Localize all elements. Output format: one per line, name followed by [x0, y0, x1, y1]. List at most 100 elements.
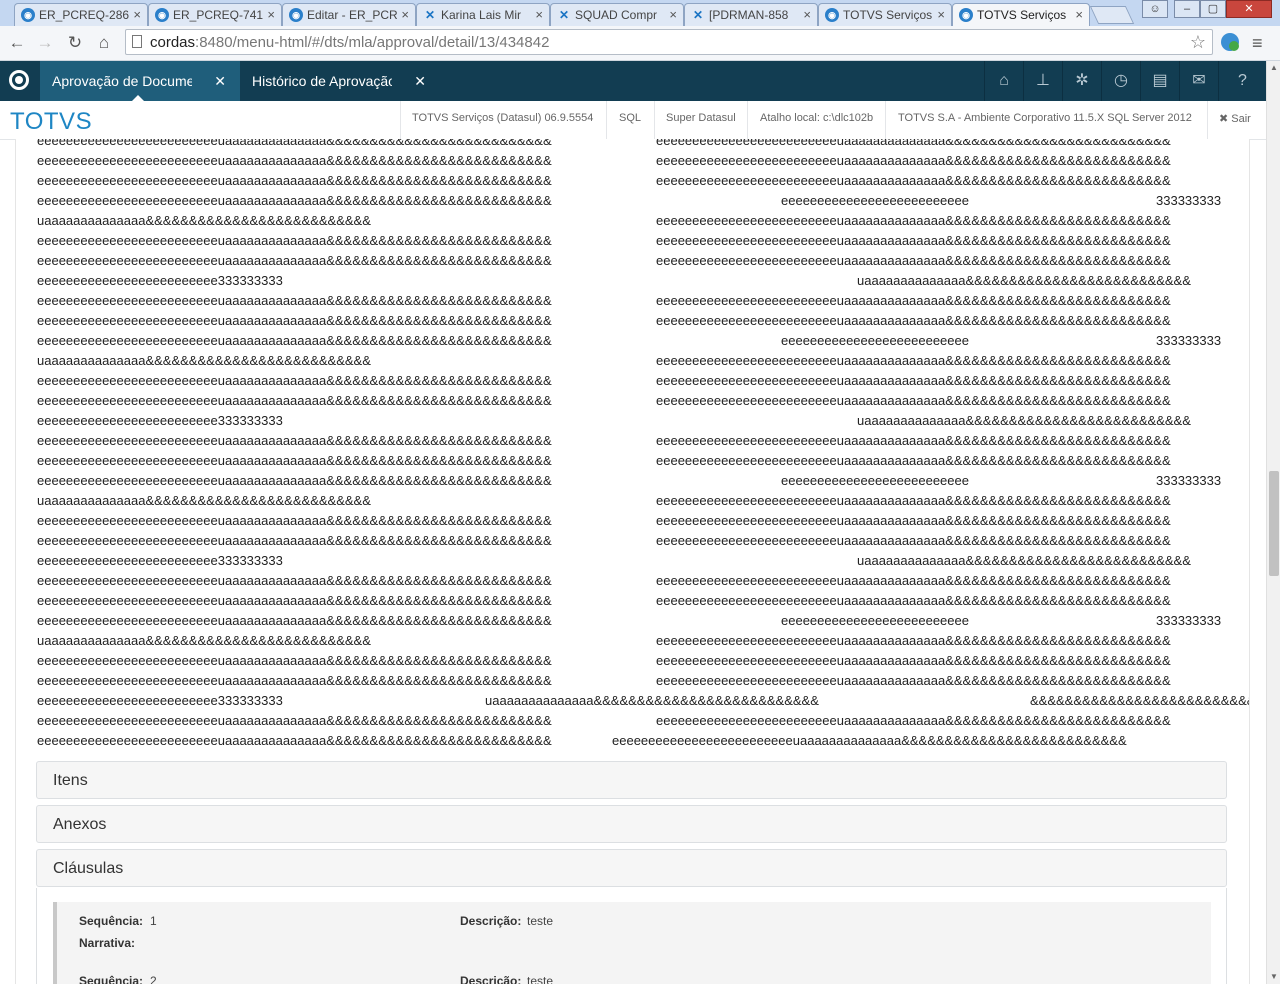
browser-tab-title: Karina Lais Mir — [441, 8, 522, 22]
close-icon[interactable]: × — [937, 7, 945, 22]
items-panel-header[interactable]: Itens — [36, 761, 1227, 799]
scroll-up-icon[interactable]: ▲ — [1267, 61, 1280, 75]
note-text-fragment: eeeeeeeeeeeeeeeeeeeeeeeeeuaaaaaaaaaaaaaa… — [37, 313, 552, 328]
back-icon[interactable]: ← — [6, 32, 28, 54]
note-text-fragment: eeeeeeeeeeeeeeeeeeeeeeeeeuaaaaaaaaaaaaaa… — [656, 713, 1171, 728]
clauses-panel-title: Cláusulas — [53, 860, 124, 877]
minimize-icon[interactable]: – — [1174, 0, 1200, 18]
close-icon[interactable]: ✕ — [414, 73, 426, 90]
items-panel-title: Itens — [53, 772, 88, 789]
home-icon[interactable]: ⌂ — [984, 61, 1023, 101]
note-text-fragment: eeeeeeeeeeeeeeeeeeeeeeeeeuaaaaaaaaaaaaaa… — [37, 373, 552, 388]
logout-button[interactable]: ✖ Sair — [1219, 112, 1251, 125]
browser-tab[interactable]: ✕ Karina Lais Mir × — [416, 3, 550, 26]
close-icon[interactable]: × — [1075, 7, 1083, 22]
browser-tab[interactable]: ✕ SQUAD Compr × — [550, 3, 684, 26]
close-icon[interactable]: × — [535, 7, 543, 22]
bookmark-star-icon[interactable]: ☆ — [1190, 32, 1206, 53]
close-icon[interactable]: × — [803, 7, 811, 22]
page-icon — [132, 35, 142, 48]
close-icon[interactable]: ✕ — [214, 73, 226, 90]
note-text-fragment: eeeeeeeeeeeeeeeeeeeeeeeeeuaaaaaaaaaaaaaa… — [37, 713, 552, 728]
note-text-fragment: eeeeeeeeeeeeeeeeeeeeeeeee333333333 — [37, 413, 283, 428]
circle-icon: ◉ — [21, 8, 35, 22]
company-info[interactable]: TOTVS Serviços (Datasul) 06.9.5554 — [412, 112, 593, 124]
note-text-fragment: eeeeeeeeeeeeeeeeeeeeeeeeeuaaaaaaaaaaaaaa… — [37, 513, 552, 528]
gear-icon[interactable]: ✲ — [1062, 61, 1101, 101]
note-text-fragment: uaaaaaaaaaaaaaa&&&&&&&&&&&&&&&&&&&&&&&&&… — [37, 493, 371, 508]
note-text-fragment: uaaaaaaaaaaaaaa&&&&&&&&&&&&&&&&&&&&&&&&&… — [857, 273, 1191, 288]
totvs-logo-icon[interactable] — [9, 70, 29, 90]
note-text-fragment: eeeeeeeeeeeeeeeeeeeeeeeeeuaaaaaaaaaaaaaa… — [37, 533, 552, 548]
window-close-icon[interactable]: ✕ — [1226, 0, 1272, 18]
forward-icon[interactable]: → — [34, 32, 56, 54]
sequence-value: 2 — [150, 974, 157, 984]
note-text-fragment: eeeeeeeeeeeeeeeeeeeeeeeeeuaaaaaaaaaaaaaa… — [656, 453, 1171, 468]
note-text-fragment: eeeeeeeeeeeeeeeeeeeeeeeeeuaaaaaaaaaaaaaa… — [656, 353, 1171, 368]
circle-icon: ◉ — [289, 8, 303, 22]
clauses-panel-header[interactable]: Cláusulas — [36, 849, 1227, 887]
jira-icon: ✕ — [424, 8, 436, 22]
note-text-fragment: eeeeeeeeeeeeeeeeeeeeeeeeeuaaaaaaaaaaaaaa… — [656, 313, 1171, 328]
browser-tab[interactable]: ◉ TOTVS Serviços × — [818, 3, 952, 26]
note-text-fragment: eeeeeeeeeeeeeeeeeeeeeeeeeuaaaaaaaaaaaaaa… — [656, 213, 1171, 228]
browser-tab-strip: ◉ ER_PCREQ-286 × ◉ ER_PCREQ-741 × ◉ Edit… — [0, 0, 1280, 26]
app-tab-label: Histórico de Aprovação — [252, 73, 392, 89]
user-info[interactable]: Super Datasul — [666, 112, 736, 124]
scroll-thumb[interactable] — [1269, 471, 1279, 576]
note-text-fragment: eeeeeeeeeeeeeeeeeeeeeeeeeuaaaaaaaaaaaaaa… — [37, 593, 552, 608]
browser-tab[interactable]: ◉ ER_PCREQ-741 × — [148, 3, 282, 26]
url-text: cordas:8480/menu-html/#/dts/mla/approval… — [150, 34, 549, 51]
browser-tab[interactable]: ◉ Editar - ER_PCR × — [282, 3, 416, 26]
maximize-icon[interactable]: ▢ — [1200, 0, 1226, 18]
clause-card: Sequência: 1 Descrição: teste Narrativa: — [53, 902, 1211, 962]
note-text-fragment: eeeeeeeeeeeeeeeeeeeeeeeeeuaaaaaaaaaaaaaa… — [37, 433, 552, 448]
close-icon[interactable]: × — [267, 7, 275, 22]
mail-icon[interactable]: ✉ — [1179, 61, 1218, 101]
close-icon[interactable]: × — [133, 7, 141, 22]
clock-icon[interactable]: ◷ — [1101, 61, 1140, 101]
note-text-fragment: uaaaaaaaaaaaaaa&&&&&&&&&&&&&&&&&&&&&&&&&… — [857, 553, 1191, 568]
address-bar[interactable]: cordas:8480/menu-html/#/dts/mla/approval… — [125, 29, 1213, 55]
narrative-label: Narrativa: — [79, 936, 136, 950]
home-icon[interactable]: ⌂ — [93, 32, 115, 54]
browser-tab[interactable]: ◉ ER_PCREQ-286 × — [14, 3, 148, 26]
document-icon[interactable]: ▤ — [1140, 61, 1179, 101]
help-icon[interactable]: ? — [1218, 61, 1266, 101]
note-text-fragment: eeeeeeeeeeeeeeeeeeeeeeeeeuaaaaaaaaaaaaaa… — [37, 673, 552, 688]
reload-icon[interactable]: ↻ — [64, 32, 86, 54]
note-text-fragment: eeeeeeeeeeeeeeeeeeeeeeeeeuaaaaaaaaaaaaaa… — [37, 333, 552, 348]
scroll-down-icon[interactable]: ▼ — [1267, 970, 1280, 984]
attachments-panel-title: Anexos — [53, 816, 107, 833]
user-icon[interactable]: ☺ — [1142, 0, 1168, 18]
context-bar: TOTVS TOTVS Serviços (Datasul) 06.9.5554… — [0, 101, 1266, 140]
note-text-fragment: eeeeeeeeeeeeeeeeeeeeeeeeeuaaaaaaaaaaaaaa… — [37, 293, 552, 308]
note-text-fragment: eeeeeeeeeeeeeeeeeeeeeeeeeuaaaaaaaaaaaaaa… — [612, 733, 1127, 748]
new-tab-button[interactable] — [1089, 6, 1135, 24]
note-text-fragment: eeeeeeeeeeeeeeeeeeeeeeeeeuaaaaaaaaaaaaaa… — [37, 233, 552, 248]
sitemap-icon[interactable]: ⊥ — [1023, 61, 1062, 101]
app-tab-approval[interactable]: Aprovação de Docume ✕ — [40, 61, 240, 101]
extension-globe-icon[interactable] — [1221, 33, 1239, 51]
browser-tab-active[interactable]: ◉ TOTVS Serviços × — [952, 3, 1090, 26]
environment-info: TOTVS S.A - Ambiente Corporativo 11.5.X … — [898, 112, 1192, 124]
note-text-fragment: eeeeeeeeeeeeeeeeeeeeeeeeeuaaaaaaaaaaaaaa… — [656, 153, 1171, 168]
note-text-fragment: 333333333 — [1156, 473, 1222, 488]
app-tab-history[interactable]: Histórico de Aprovação ✕ — [240, 61, 440, 101]
divider — [747, 101, 748, 139]
jira-icon: ✕ — [692, 8, 704, 22]
note-text-fragment: eeeeeeeeeeeeeeeeeeeeeeeeee — [781, 333, 969, 348]
note-text-fragment: eeeeeeeeeeeeeeeeeeeeeeeeeuaaaaaaaaaaaaaa… — [656, 633, 1171, 648]
attachments-panel-header[interactable]: Anexos — [36, 805, 1227, 843]
note-text-fragment: eeeeeeeeeeeeeeeeeeeeeeeeeuaaaaaaaaaaaaaa… — [656, 493, 1171, 508]
note-text-fragment: eeeeeeeeeeeeeeeeeeeeeeeeeuaaaaaaaaaaaaaa… — [656, 293, 1171, 308]
close-icon[interactable]: × — [669, 7, 677, 22]
divider — [885, 101, 886, 139]
note-text-fragment: eeeeeeeeeeeeeeeeeeeeeeeeeuaaaaaaaaaaaaaa… — [656, 653, 1171, 668]
page-scrollbar[interactable]: ▲ ▼ — [1266, 61, 1280, 984]
url-host: cordas — [150, 34, 196, 51]
menu-icon[interactable]: ≡ — [1252, 33, 1263, 54]
close-icon[interactable]: × — [401, 7, 409, 22]
browser-tab[interactable]: ✕ [PDRMAN-858 × — [684, 3, 818, 26]
note-text-fragment: eeeeeeeeeeeeeeeeeeeeeeeeeuaaaaaaaaaaaaaa… — [37, 733, 552, 748]
